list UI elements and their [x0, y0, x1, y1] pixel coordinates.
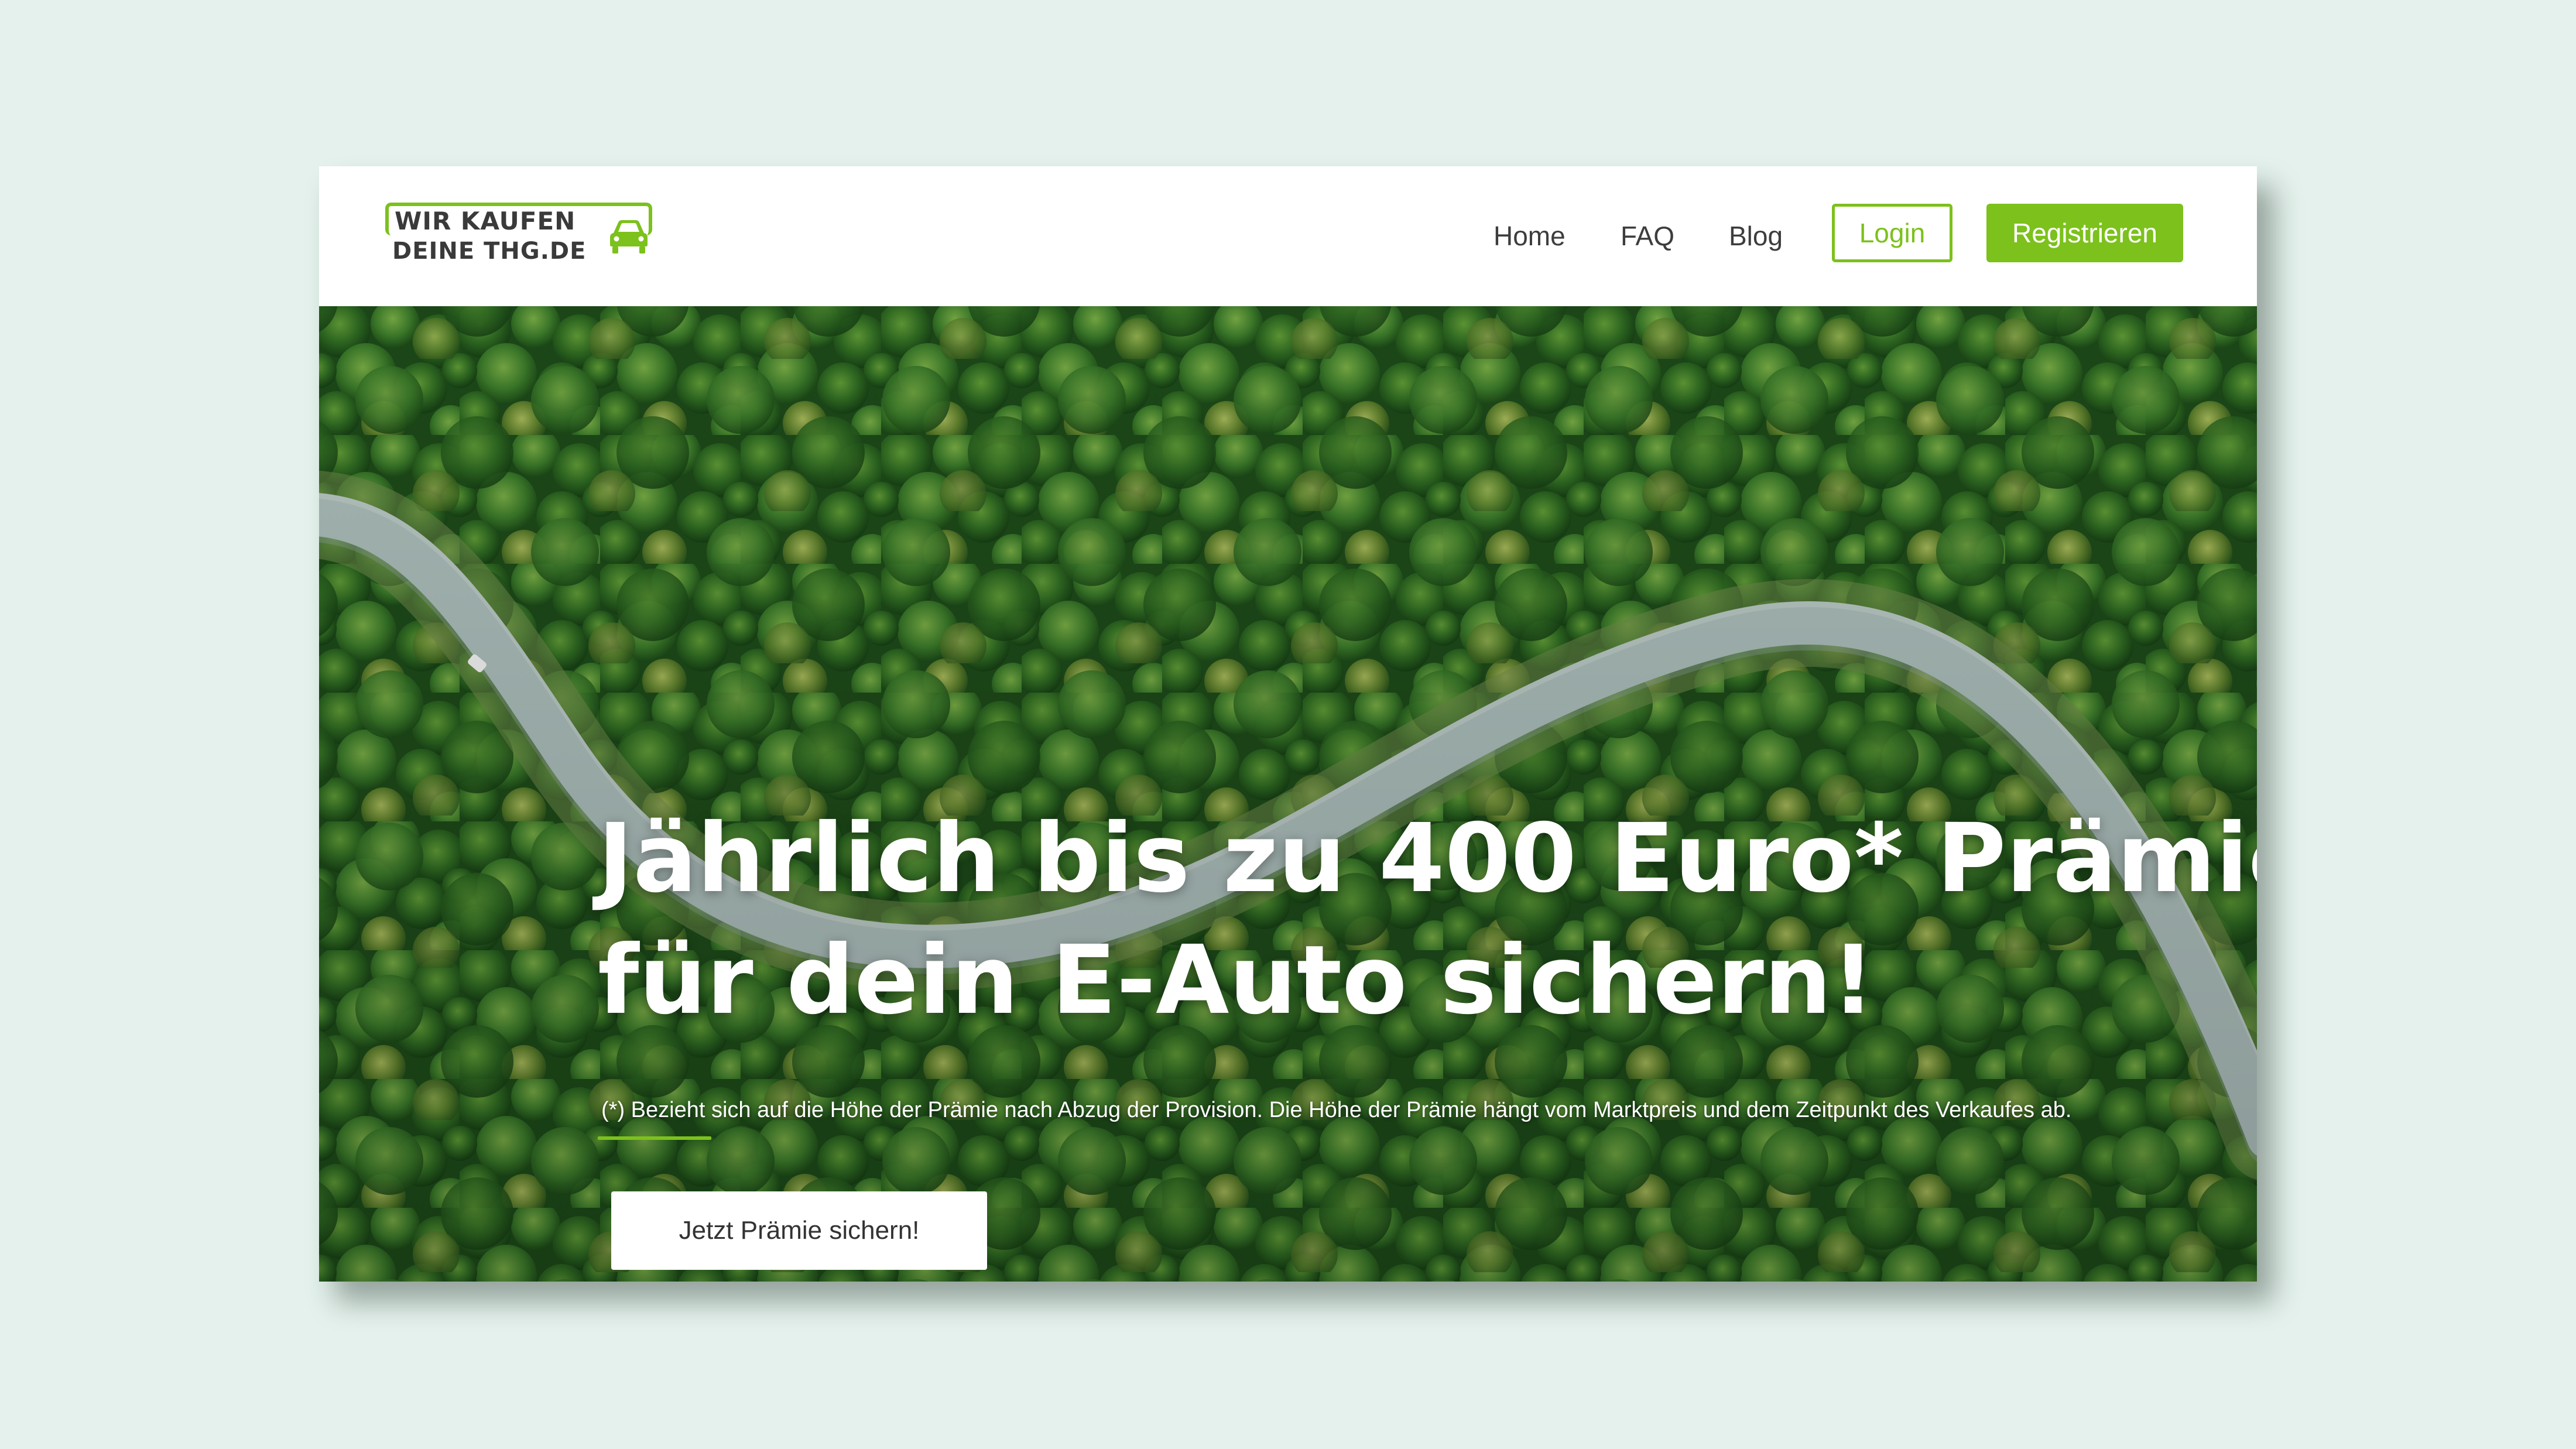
hero-accent-divider: [598, 1136, 711, 1140]
forest-road-background-image: [319, 306, 2257, 1282]
login-button[interactable]: Login: [1832, 204, 1952, 262]
register-button[interactable]: Registrieren: [1986, 204, 2183, 262]
car-icon: [609, 217, 649, 254]
nav-home-link[interactable]: Home: [1493, 217, 1566, 255]
hero-headline-line2: für dein E-Auto sichern!: [598, 926, 1875, 1036]
hero-section: Jährlich bis zu 400 Euro* Prämie für dei…: [319, 306, 2257, 1282]
claim-premium-button[interactable]: Jetzt Prämie sichern!: [611, 1191, 987, 1270]
nav-faq-link[interactable]: FAQ: [1621, 217, 1674, 255]
site-header: WIR KAUFEN DEINE THG.DE Home FAQ Blog Lo…: [319, 166, 2257, 306]
hero-headline-line1: Jährlich bis zu 400 Euro* Prämie: [598, 804, 2257, 914]
browser-page: WIR KAUFEN DEINE THG.DE Home FAQ Blog Lo…: [319, 166, 2257, 1282]
nav-blog-link[interactable]: Blog: [1729, 217, 1783, 255]
logo-text-line1: WIR KAUFEN: [395, 207, 576, 235]
hero-footnote: (*) Bezieht sich auf die Höhe der Prämie…: [601, 1098, 2072, 1122]
site-logo[interactable]: WIR KAUFEN DEINE THG.DE: [385, 203, 656, 265]
hero-headline: Jährlich bis zu 400 Euro* Prämie für dei…: [598, 798, 2257, 1042]
logo-text-line2: DEINE THG.DE: [392, 238, 587, 265]
